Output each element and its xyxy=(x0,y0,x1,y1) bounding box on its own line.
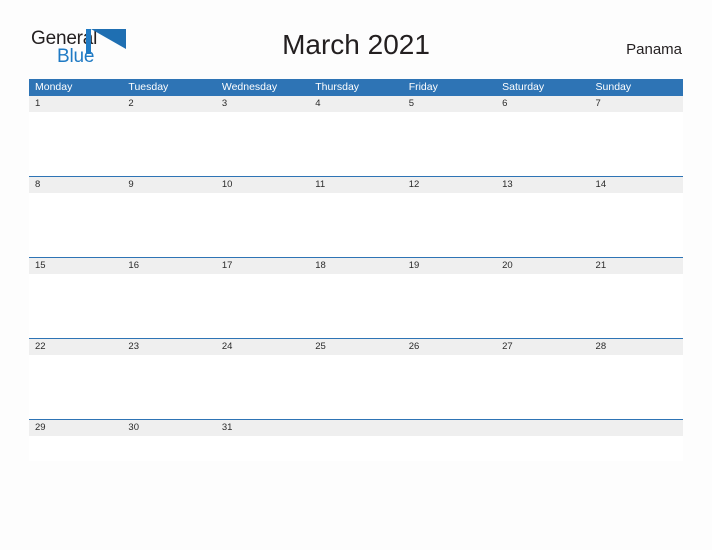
day-cell[interactable]: 10 xyxy=(216,177,309,193)
day-cell[interactable]: 28 xyxy=(590,339,683,355)
day-cell[interactable]: 14 xyxy=(590,177,683,193)
day-cell[interactable]: 19 xyxy=(403,258,496,274)
day-cell[interactable]: 18 xyxy=(309,258,402,274)
week-note-area[interactable] xyxy=(29,274,683,338)
day-cell[interactable]: 9 xyxy=(122,177,215,193)
country-label: Panama xyxy=(626,41,682,58)
weekday-header-tuesday: Tuesday xyxy=(128,81,169,93)
weekday-header-friday: Friday xyxy=(408,81,438,93)
weekday-header-saturday: Saturday xyxy=(502,81,545,93)
day-cell[interactable]: 4 xyxy=(309,96,402,112)
week-date-band: 29 30 31 xyxy=(29,420,683,436)
week-date-band: 1 2 3 4 5 6 7 xyxy=(29,96,683,112)
week-date-band: 15 16 17 18 19 20 21 xyxy=(29,258,683,274)
day-cell[interactable]: 25 xyxy=(309,339,402,355)
day-cell[interactable]: 29 xyxy=(29,420,122,436)
weekday-header-monday: Monday xyxy=(35,81,73,93)
day-cell[interactable]: 20 xyxy=(496,258,589,274)
week-row: 15 16 17 18 19 20 21 xyxy=(29,257,683,338)
week-row: 29 30 31 xyxy=(29,419,683,461)
day-cell[interactable]: 13 xyxy=(496,177,589,193)
day-cell[interactable]: 21 xyxy=(590,258,683,274)
week-note-area[interactable] xyxy=(29,355,683,419)
day-cell[interactable]: 23 xyxy=(122,339,215,355)
weekday-header-sunday: Sunday xyxy=(595,81,632,93)
day-cell[interactable]: 5 xyxy=(403,96,496,112)
week-row: 22 23 24 25 26 27 28 xyxy=(29,338,683,419)
day-cell-empty xyxy=(403,420,496,436)
day-cell[interactable]: 16 xyxy=(122,258,215,274)
week-date-band: 22 23 24 25 26 27 28 xyxy=(29,339,683,355)
day-cell[interactable]: 6 xyxy=(496,96,589,112)
week-date-band: 8 9 10 11 12 13 14 xyxy=(29,177,683,193)
weekday-header-wednesday: Wednesday xyxy=(221,81,278,93)
calendar-grid: Monday Tuesday Wednesday Thursday Friday… xyxy=(29,79,683,461)
weekday-header-row: Monday Tuesday Wednesday Thursday Friday… xyxy=(29,79,683,96)
day-cell[interactable]: 22 xyxy=(29,339,122,355)
day-cell[interactable]: 11 xyxy=(309,177,402,193)
day-cell[interactable]: 8 xyxy=(29,177,122,193)
day-cell[interactable]: 27 xyxy=(496,339,589,355)
week-row: 1 2 3 4 5 6 7 xyxy=(29,96,683,176)
week-row: 8 9 10 11 12 13 14 xyxy=(29,176,683,257)
day-cell[interactable]: 2 xyxy=(122,96,215,112)
week-note-area[interactable] xyxy=(29,112,683,176)
day-cell[interactable]: 26 xyxy=(403,339,496,355)
day-cell-empty xyxy=(496,420,589,436)
week-note-area[interactable] xyxy=(29,193,683,257)
calendar-page: General Blue March 2021 Panama Monday Tu… xyxy=(0,0,712,550)
day-cell-empty xyxy=(309,420,402,436)
day-cell[interactable]: 17 xyxy=(216,258,309,274)
day-cell[interactable]: 7 xyxy=(590,96,683,112)
day-cell[interactable]: 24 xyxy=(216,339,309,355)
day-cell[interactable]: 12 xyxy=(403,177,496,193)
day-cell[interactable]: 3 xyxy=(216,96,309,112)
day-cell[interactable]: 15 xyxy=(29,258,122,274)
weekday-header-thursday: Thursday xyxy=(315,81,360,93)
week-note-area[interactable] xyxy=(29,436,683,461)
page-header: General Blue March 2021 Panama xyxy=(0,0,712,78)
day-cell[interactable]: 31 xyxy=(216,420,309,436)
day-cell[interactable]: 1 xyxy=(29,96,122,112)
day-cell-empty xyxy=(590,420,683,436)
page-title: March 2021 xyxy=(282,29,430,60)
day-cell[interactable]: 30 xyxy=(122,420,215,436)
